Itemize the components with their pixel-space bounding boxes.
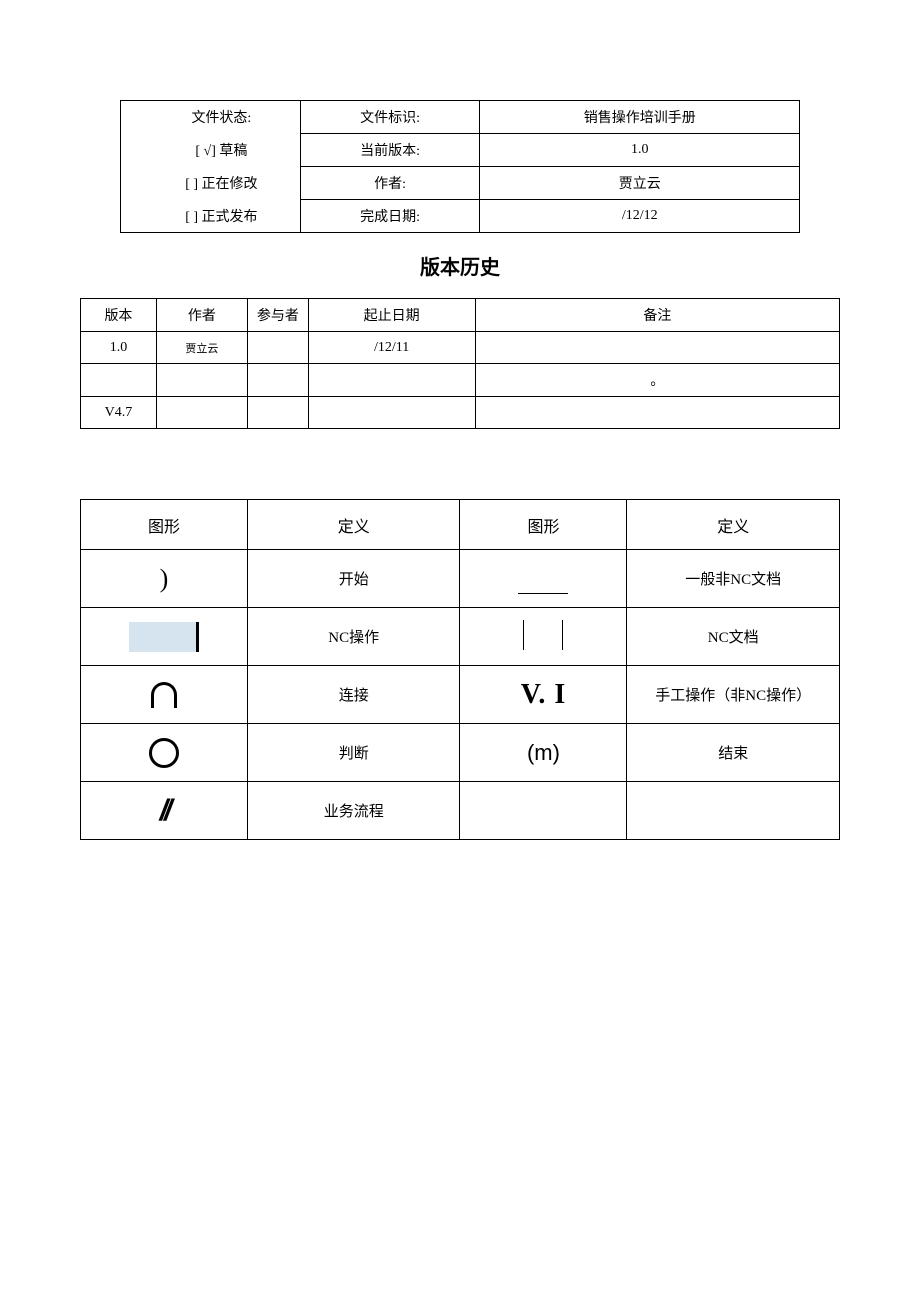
cell-participant [247, 332, 308, 364]
definition-start: 开始 [247, 550, 460, 608]
table-row: V4.7 [81, 397, 840, 429]
empty-shape-cell [460, 782, 627, 840]
header-participant: 参与者 [247, 299, 308, 332]
end-shape-icon: (m) [460, 724, 627, 782]
definition-non-nc-doc: 一般非NC文档 [627, 550, 840, 608]
header-version: 版本 [81, 299, 157, 332]
cell-version [81, 364, 157, 397]
cell-remark [475, 397, 839, 429]
empty-def-cell [627, 782, 840, 840]
table-row: ) 开始 一般非NC文档 [81, 550, 840, 608]
nc-document-icon [460, 608, 627, 666]
version-history-title: 版本历史 [80, 251, 840, 280]
table-header-row: 版本 作者 参与者 起止日期 备注 [81, 299, 840, 332]
table-row: 。 [81, 364, 840, 397]
cell-remark [475, 332, 839, 364]
start-shape-icon: ) [81, 550, 248, 608]
definition-nc-doc: NC文档 [627, 608, 840, 666]
date-value: /12/12 [480, 200, 800, 233]
version-label: 当前版本: [300, 134, 480, 167]
nc-operation-icon [81, 608, 248, 666]
table-row: NC操作 NC文档 [81, 608, 840, 666]
document-meta-table: 文件状态: 文件标识: 销售操作培训手册 [ √] 草稿 当前版本: 1.0 [… [120, 100, 800, 233]
header-definition: 定义 [627, 500, 840, 550]
version-value: 1.0 [480, 134, 800, 167]
cell-participant [247, 364, 308, 397]
status-published: [ ] 正式发布 [121, 200, 301, 233]
table-row: 1.0 贾立云 /12/11 [81, 332, 840, 364]
definition-process-flow: 业务流程 [247, 782, 460, 840]
symbol-legend-table: 图形 定义 图形 定义 ) 开始 一般非NC文档 NC操作 NC文档 连接 V.… [80, 499, 840, 840]
cell-date [308, 364, 475, 397]
cell-version: 1.0 [81, 332, 157, 364]
header-shape: 图形 [460, 500, 627, 550]
definition-decision: 判断 [247, 724, 460, 782]
table-row: 连接 V. I 手工操作（非NC操作） [81, 666, 840, 724]
cell-participant [247, 397, 308, 429]
table-header-row: 图形 定义 图形 定义 [81, 500, 840, 550]
author-value: 贾立云 [480, 167, 800, 200]
author-label: 作者: [300, 167, 480, 200]
decision-icon [81, 724, 248, 782]
table-row: 判断 (m) 结束 [81, 724, 840, 782]
header-definition: 定义 [247, 500, 460, 550]
header-date: 起止日期 [308, 299, 475, 332]
header-author: 作者 [156, 299, 247, 332]
file-status-label: 文件状态: [121, 101, 301, 134]
definition-connector: 连接 [247, 666, 460, 724]
cell-date [308, 397, 475, 429]
header-remark: 备注 [475, 299, 839, 332]
cell-date: /12/11 [308, 332, 475, 364]
definition-manual-op: 手工操作（非NC操作） [627, 666, 840, 724]
definition-nc-operation: NC操作 [247, 608, 460, 666]
status-draft: [ √] 草稿 [121, 134, 301, 167]
cell-remark: 。 [475, 364, 839, 397]
file-id-value: 销售操作培训手册 [480, 101, 800, 134]
cell-version: V4.7 [81, 397, 157, 429]
status-modifying: [ ] 正在修改 [121, 167, 301, 200]
manual-operation-icon: V. I [460, 666, 627, 724]
cell-author: 贾立云 [156, 332, 247, 364]
process-flow-icon: // [81, 782, 248, 840]
definition-end: 结束 [627, 724, 840, 782]
non-nc-document-icon [460, 550, 627, 608]
table-row: // 业务流程 [81, 782, 840, 840]
cell-author [156, 397, 247, 429]
date-label: 完成日期: [300, 200, 480, 233]
connector-icon [81, 666, 248, 724]
cell-author [156, 364, 247, 397]
version-history-table: 版本 作者 参与者 起止日期 备注 1.0 贾立云 /12/11 。 V4.7 [80, 298, 840, 429]
file-id-label: 文件标识: [300, 101, 480, 134]
header-shape: 图形 [81, 500, 248, 550]
